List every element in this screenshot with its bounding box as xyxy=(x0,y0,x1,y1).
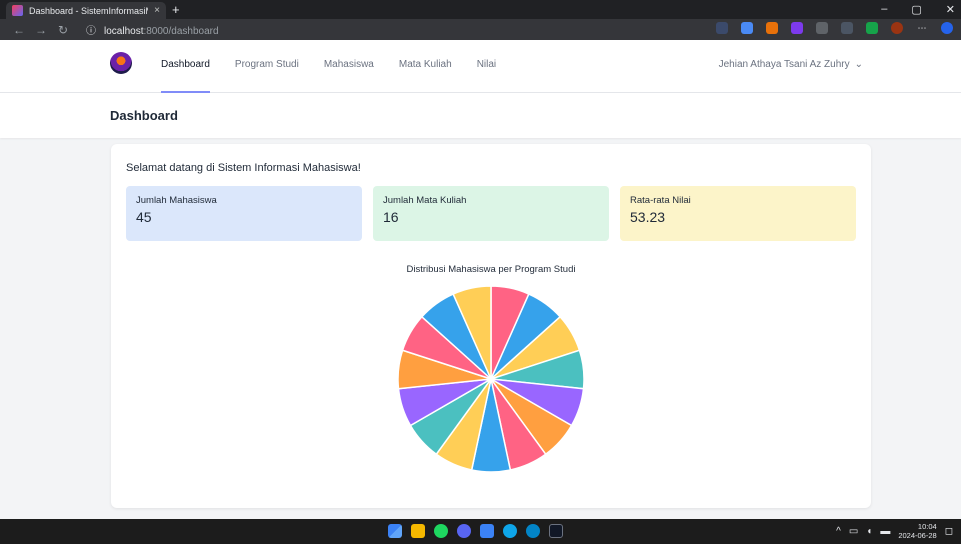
favicon-icon xyxy=(12,5,23,16)
close-tab-icon[interactable]: × xyxy=(154,5,160,16)
nav-link-mata-kuliah[interactable]: Mata Kuliah xyxy=(399,40,452,93)
stat-card-jumlah-mahasiswa: Jumlah Mahasiswa 45 xyxy=(126,186,362,241)
edge-icon[interactable] xyxy=(503,524,517,538)
chart-title: Distribusi Mahasiswa per Program Studi xyxy=(406,264,576,275)
battery-icon[interactable]: ▬ xyxy=(880,526,890,537)
notepad-icon[interactable] xyxy=(480,524,494,538)
extension-icon[interactable] xyxy=(741,22,753,34)
profile-avatar-icon[interactable] xyxy=(891,22,903,34)
extension-icon[interactable] xyxy=(766,22,778,34)
stat-label: Rata-rata Nilai xyxy=(630,195,691,206)
stat-card-rata-rata-nilai: Rata-rata Nilai 53.23 xyxy=(620,186,856,241)
spotify-icon[interactable] xyxy=(434,524,448,538)
stat-value: 53.23 xyxy=(630,209,666,225)
user-name: Jehian Athaya Tsani Az Zuhry xyxy=(718,59,850,70)
notification-icon[interactable]: ◻ xyxy=(945,526,953,537)
extension-icon[interactable] xyxy=(716,22,728,34)
extension-icon[interactable] xyxy=(816,22,828,34)
url-path: :8000/dashboard xyxy=(143,25,219,37)
clock-time: 10:04 xyxy=(917,522,937,531)
reload-icon[interactable]: ↻ xyxy=(52,23,74,37)
stat-value: 45 xyxy=(136,209,152,225)
app-icon[interactable] xyxy=(526,524,540,538)
clock-date: 2024-06-28 xyxy=(898,531,937,540)
close-window-icon[interactable]: ✕ xyxy=(946,3,955,16)
welcome-message: Selamat datang di Sistem Informasi Mahas… xyxy=(126,162,361,174)
minimize-icon[interactable]: – xyxy=(881,3,887,16)
nav-link-program-studi[interactable]: Program Studi xyxy=(235,40,299,93)
clock[interactable]: 10:04 2024-06-28 xyxy=(898,522,936,540)
file-explorer-icon[interactable] xyxy=(411,524,425,538)
tab-title: Dashboard - SistemInformasiMa xyxy=(29,5,149,16)
back-arrow-icon[interactable]: ← xyxy=(8,23,30,37)
copilot-icon[interactable] xyxy=(941,22,953,34)
download-icon[interactable] xyxy=(866,22,878,34)
split-screen-icon[interactable] xyxy=(841,22,853,34)
extensions-row: ⋯ xyxy=(716,22,953,34)
system-tray: ^ ▭ ◖ ▬ 10:04 2024-06-28 ◻ xyxy=(836,522,953,540)
stat-value: 16 xyxy=(383,209,399,225)
stat-card-jumlah-mata-kuliah: Jumlah Mata Kuliah 16 xyxy=(373,186,609,241)
nav-links: Dashboard Program Studi Mahasiswa Mata K… xyxy=(161,40,496,93)
windows-taskbar: ^ ▭ ◖ ▬ 10:04 2024-06-28 ◻ xyxy=(0,519,961,544)
page-title: Dashboard xyxy=(110,108,178,123)
page-header: Dashboard xyxy=(0,93,961,138)
nav-link-dashboard[interactable]: Dashboard xyxy=(161,40,210,93)
stat-label: Jumlah Mata Kuliah xyxy=(383,195,467,206)
nav-link-nilai[interactable]: Nilai xyxy=(477,40,496,93)
app-navbar: Dashboard Program Studi Mahasiswa Mata K… xyxy=(0,40,961,93)
browser-tab[interactable]: Dashboard - SistemInformasiMa × xyxy=(6,2,166,19)
chevron-up-icon[interactable]: ^ xyxy=(836,526,841,537)
dashboard-card: Selamat datang di Sistem Informasi Mahas… xyxy=(111,144,871,508)
pie-chart xyxy=(397,285,585,473)
browser-tab-strip: Dashboard - SistemInformasiMa × + – ▢ ✕ xyxy=(0,0,961,19)
volume-icon[interactable]: ◖ xyxy=(866,526,872,537)
taskbar-apps xyxy=(388,524,563,538)
forward-arrow-icon[interactable]: → xyxy=(30,23,52,37)
new-tab-button[interactable]: + xyxy=(172,2,180,17)
maximize-icon[interactable]: ▢ xyxy=(911,3,921,16)
address-bar: ← → ↻ ⓘ localhost:8000/dashboard ⋯ xyxy=(0,19,961,40)
discord-icon[interactable] xyxy=(457,524,471,538)
user-menu-button[interactable]: Jehian Athaya Tsani Az Zuhry ⌄ xyxy=(719,40,863,93)
url-input[interactable]: ⓘ localhost:8000/dashboard xyxy=(80,21,650,38)
app-logo-icon[interactable] xyxy=(110,52,132,74)
stat-label: Jumlah Mahasiswa xyxy=(136,195,217,206)
nav-link-mahasiswa[interactable]: Mahasiswa xyxy=(324,40,374,93)
extension-icon[interactable] xyxy=(791,22,803,34)
info-icon[interactable]: ⓘ xyxy=(86,22,96,37)
url-host: localhost xyxy=(104,25,144,37)
terminal-icon[interactable] xyxy=(549,524,563,538)
windows-start-icon[interactable] xyxy=(388,524,402,538)
chevron-down-icon: ⌄ xyxy=(854,59,863,70)
window-controls: – ▢ ✕ xyxy=(881,3,955,16)
more-options-icon[interactable]: ⋯ xyxy=(916,22,928,34)
network-icon[interactable]: ▭ xyxy=(849,526,858,537)
